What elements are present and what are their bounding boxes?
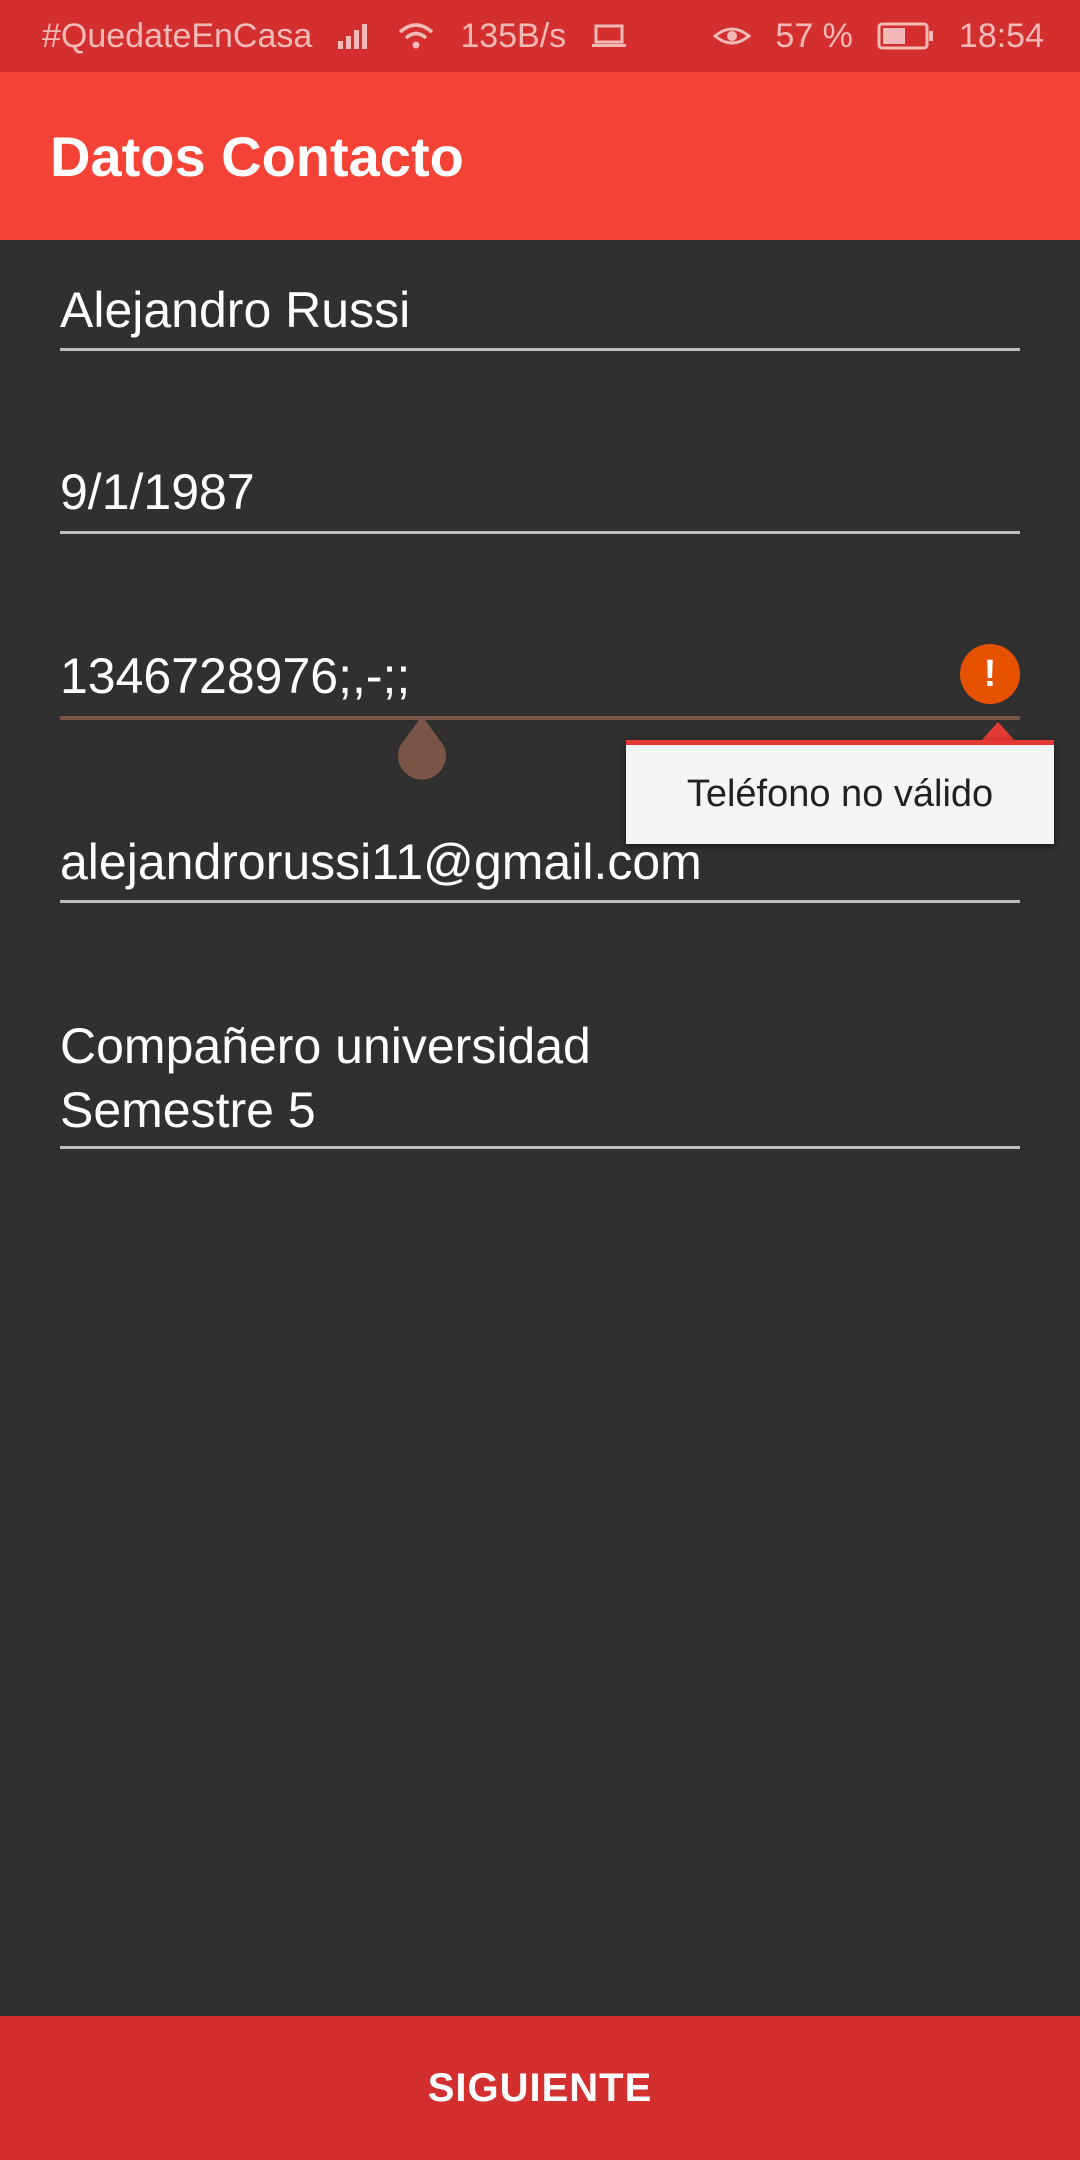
description-value: Compañero universidad Semestre 5 bbox=[60, 1018, 591, 1138]
carrier-text: #QuedateEnCasa bbox=[42, 16, 313, 55]
text-cursor-handle[interactable] bbox=[392, 712, 452, 782]
description-field[interactable]: Compañero universidad Semestre 5 bbox=[60, 1014, 1020, 1142]
clock: 18:54 bbox=[958, 16, 1044, 55]
name-field[interactable]: Alejandro Russi bbox=[60, 278, 1020, 342]
laptop-icon bbox=[590, 22, 628, 50]
email-field-underline bbox=[60, 900, 1020, 903]
error-message: Teléfono no válido bbox=[686, 773, 994, 815]
name-field-underline bbox=[60, 348, 1020, 351]
signal-icon bbox=[336, 21, 372, 51]
status-bar: #QuedateEnCasa 135B/s 57 % 18:54 bbox=[0, 0, 1080, 72]
status-right: 57 % 18:54 bbox=[713, 17, 1044, 56]
eye-icon bbox=[713, 22, 752, 50]
status-left: #QuedateEnCasa 135B/s bbox=[42, 17, 628, 56]
phone-field[interactable]: 1346728976;,-;; bbox=[60, 644, 940, 708]
network-speed: 135B/s bbox=[460, 16, 567, 55]
phone-value: 1346728976;,-;; bbox=[60, 648, 411, 704]
error-icon-glyph: ! bbox=[983, 652, 997, 695]
error-popup: Teléfono no válido bbox=[626, 740, 1054, 844]
name-value: Alejandro Russi bbox=[60, 282, 411, 338]
error-icon[interactable]: ! bbox=[960, 644, 1020, 704]
description-field-underline bbox=[60, 1146, 1020, 1149]
battery-icon bbox=[877, 21, 935, 51]
wifi-icon bbox=[396, 20, 436, 52]
birthdate-field-underline bbox=[60, 531, 1020, 534]
next-button[interactable]: SIGUIENTE bbox=[0, 2016, 1080, 2160]
birthdate-value: 9/1/1987 bbox=[60, 464, 255, 520]
error-popup-arrow bbox=[980, 722, 1016, 742]
app-bar: Datos Contacto bbox=[0, 72, 1080, 240]
page-title: Datos Contacto bbox=[50, 124, 464, 188]
phone-field-underline bbox=[60, 716, 1020, 720]
battery-percent: 57 % bbox=[775, 16, 853, 55]
birthdate-field[interactable]: 9/1/1987 bbox=[60, 460, 1020, 524]
